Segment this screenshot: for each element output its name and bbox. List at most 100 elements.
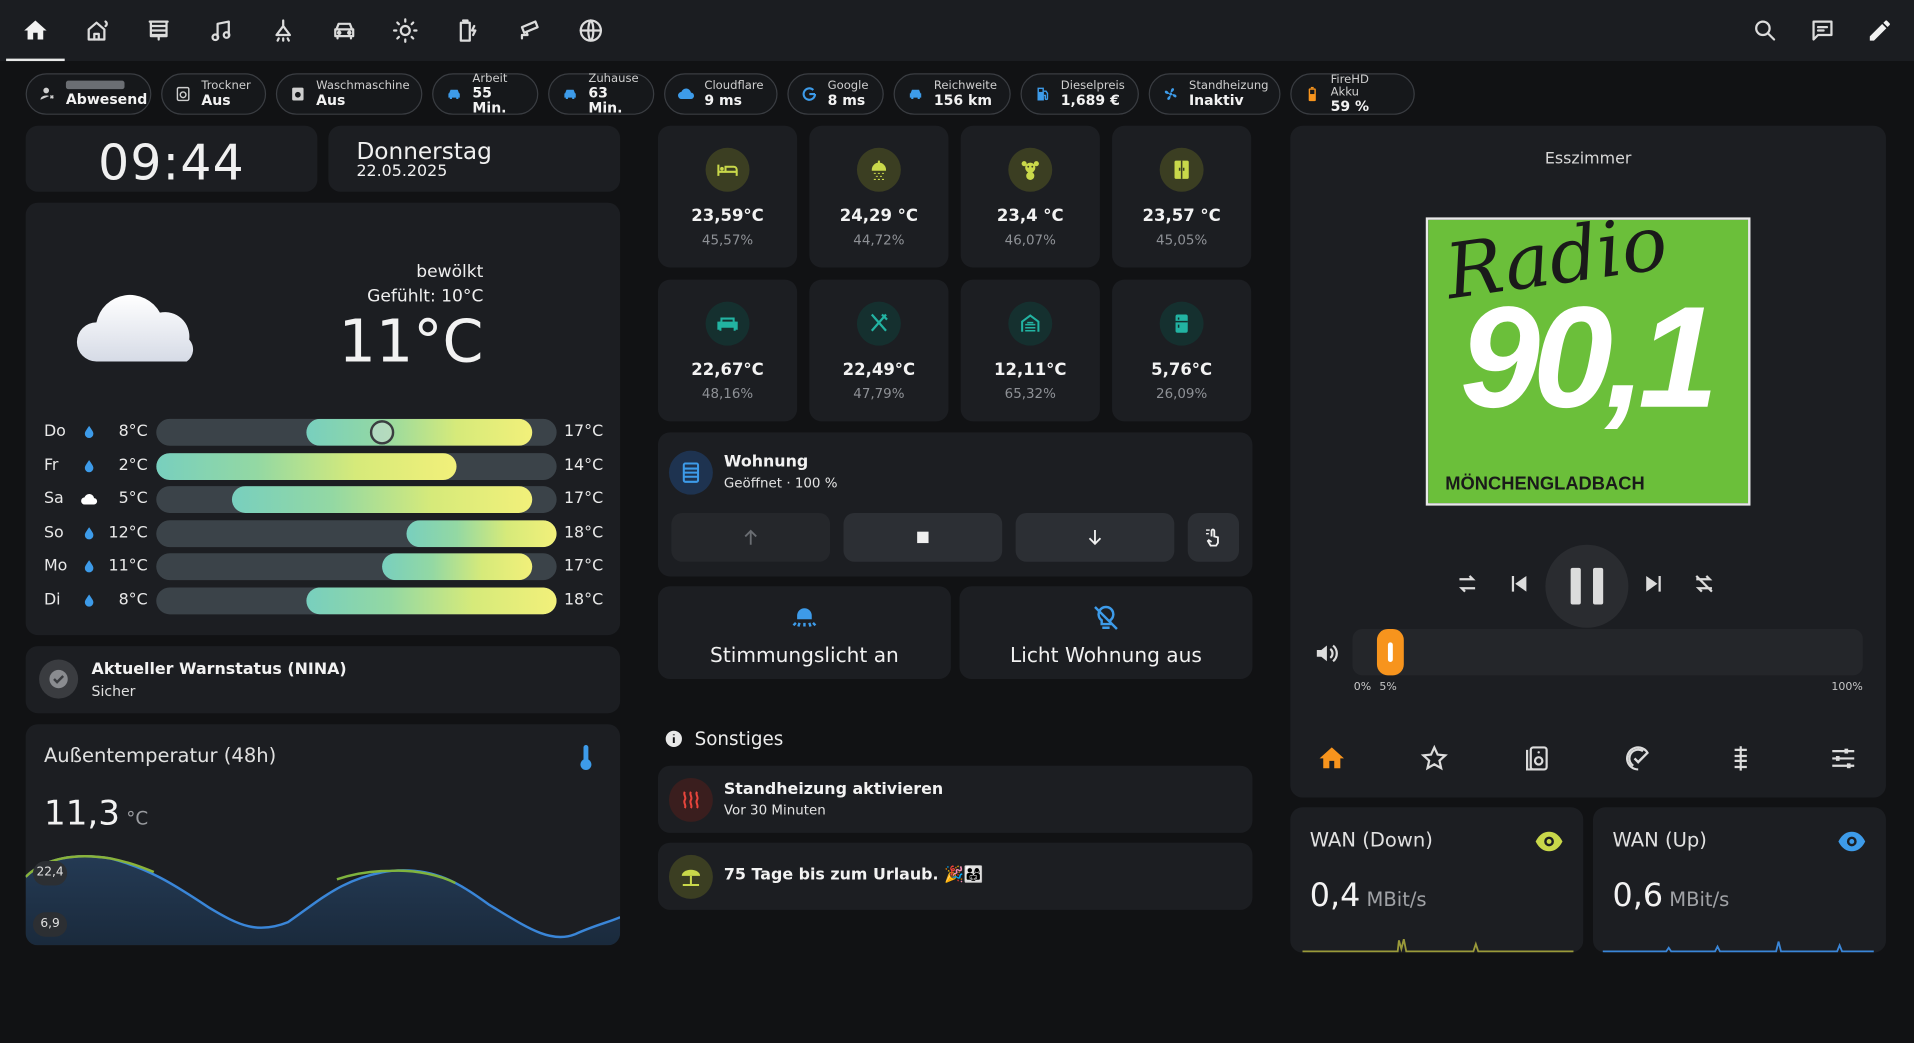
forecast-high: 17°C [563,422,604,441]
wan-up-value: 0,6 [1612,878,1664,915]
scene-mood-light-button[interactable]: Stimmungslicht an [657,586,951,680]
cover-position-button[interactable] [1187,512,1240,562]
room-sensor-tile[interactable]: 12,11°C 65,32% [960,279,1100,422]
chip-parking-heater[interactable]: Standheizung Inaktiv [1148,73,1281,115]
chip-commute-work[interactable]: Arbeit 55 Min. [432,73,539,115]
stop-icon [917,531,929,544]
misc-title: Sonstiges [694,727,784,750]
speaker-icon [1525,746,1548,771]
volume-max-label: 100% [1831,681,1863,694]
chip-cloudflare[interactable]: Cloudflare 9 ms [664,73,778,115]
outdoor-temp-value: 11,3 [43,792,121,833]
nav-music-note-icon[interactable] [199,9,243,53]
media-tab-speakers[interactable] [1522,744,1554,776]
outdoor-temp-card[interactable]: Außentemperatur (48h) 11,3 °C 22,4 6,9 [25,724,621,946]
lightbulb-off-icon [1094,605,1118,630]
room-sensor-tile[interactable]: 23,59°C 45,57% [657,125,798,268]
warning-status: Sicher [91,682,136,700]
wan-down-card[interactable]: WAN (Down) 0,4 MBit/s [1290,807,1584,953]
wan-down-unit: MBit/s [1366,887,1427,912]
room-sensor-tile[interactable]: 5,76°C 26,09% [1112,279,1252,422]
weather-feels-like: Gefühlt: 10°C [367,287,484,307]
mute-button[interactable] [1313,640,1340,672]
volume-slider[interactable] [1352,628,1863,676]
nav-globe-icon[interactable] [569,9,613,53]
nav-blinds-icon[interactable] [137,9,181,53]
forecast-high: 17°C [563,556,604,576]
skip-previous-icon [1511,575,1527,592]
forecast-temp-range-bar [156,519,557,547]
chip-washer[interactable]: Waschmaschine Aus [275,73,423,115]
room-sensor-tile[interactable]: 24,29 °C 44,72% [809,125,949,268]
chip-commute-home[interactable]: Zuhause 63 Min. [548,73,655,115]
scene-lights-off-button[interactable]: Licht Wohnung aus [959,586,1253,680]
raindrop-icon [81,590,98,607]
wan-up-card[interactable]: WAN (Up) 0,6 MBit/s [1593,807,1886,953]
media-tab-home[interactable] [1317,744,1349,776]
room-sensor-tile[interactable]: 23,57 °C 45,05% [1112,125,1252,268]
room-sensor-tile[interactable]: 23,4 °C 46,07% [960,125,1100,268]
media-player-card[interactable]: Esszimmer Radio 90,1 MÖNCHENGLADBACH 0% … [1290,125,1886,798]
forecast-day: Sa [43,489,64,509]
misc-item-vacation[interactable]: 75 Tage bis zum Urlaub. 🎉👨‍👩‍👧 [657,842,1253,910]
chip-presence[interactable]: Abwesend [25,73,152,115]
forecast-high: 18°C [563,523,604,542]
thermometer-icon [580,744,592,771]
search-icon[interactable] [1743,9,1787,53]
forecast-day: So [43,523,64,542]
google-icon [802,87,817,101]
album-art: Radio 90,1 MÖNCHENGLADBACH [1425,217,1751,506]
album-art-city: MÖNCHENGLADBACH [1445,473,1645,495]
cover-card[interactable]: Wohnung Geöffnet · 100 % [657,432,1253,577]
cover-open-button[interactable] [671,512,831,562]
cover-stop-button[interactable] [843,512,1003,562]
media-tab-favorites[interactable] [1420,744,1452,776]
radiator-icon [668,777,713,822]
warning-card[interactable]: Aktueller Warnstatus (NINA) Sicher [25,646,621,714]
weather-card[interactable]: bewölkt Gefühlt: 10°C 11°C Do 8°C 17°C Fr 2°… [25,202,621,636]
previous-track-button[interactable] [1505,570,1532,602]
nav-sun-icon[interactable] [383,9,427,53]
skip-next-icon [1646,575,1661,592]
media-tab-queue[interactable] [1624,744,1656,776]
room-sensor-tile[interactable]: 22,49°C 47,79% [809,279,949,422]
chip-diesel-price[interactable]: Dieselpreis 1,689 € [1020,73,1139,115]
wan-down-title: WAN (Down) [1309,828,1433,852]
cloud-icon [81,490,98,507]
chip-range[interactable]: Reichweite 156 km [893,73,1011,115]
forecast-temp-range-bar [156,418,557,446]
nav-home-sensors-icon[interactable] [76,9,120,53]
nav-home-icon[interactable] [13,9,57,53]
chip-google[interactable]: Google 8 ms [787,73,884,115]
repeat-button[interactable] [1454,570,1481,602]
forecast-high: 17°C [563,489,604,509]
nav-cctv-icon[interactable] [508,9,552,53]
room-humidity: 45,05% [1156,232,1208,248]
chip-tablet-battery[interactable]: FireHD Akku 59 % [1290,73,1415,115]
play-pause-button[interactable] [1545,544,1629,628]
window-shutter-icon [668,450,713,495]
forecast-row: Fr 2°C 14°C [44,452,606,480]
misc-item-parking-heater[interactable]: Standheizung aktivieren Vor 30 Minuten [657,765,1253,833]
car-icon [448,89,460,100]
media-tab-equalizer[interactable] [1726,744,1758,776]
room-sensor-tile[interactable]: 22,67°C 48,16% [657,279,798,422]
chip-dryer[interactable]: Trockner Aus [161,73,267,115]
outdoor-temp-min-label: 6,9 [32,912,68,937]
shuffle-button[interactable] [1691,570,1718,602]
next-track-button[interactable] [1641,570,1668,602]
assist-chat-icon[interactable] [1801,9,1845,53]
media-tab-settings[interactable] [1829,744,1861,776]
warning-title: Aktueller Warnstatus (NINA) [91,660,347,680]
cover-close-button[interactable] [1015,512,1175,562]
room-temperature: 23,4 °C [996,206,1064,226]
repeat-icon [1458,575,1476,593]
nav-ceiling-light-icon[interactable] [261,9,305,53]
edit-pencil-icon[interactable] [1858,9,1902,53]
nav-car-icon[interactable] [322,9,366,53]
nav-battery-charging-icon[interactable] [446,9,490,53]
cloud-icon [678,88,695,100]
misc-section-heading: Sonstiges [664,728,783,750]
date-card: Donnerstag 22.05.2025 [328,125,621,192]
volume-slider-handle[interactable] [1376,628,1404,676]
